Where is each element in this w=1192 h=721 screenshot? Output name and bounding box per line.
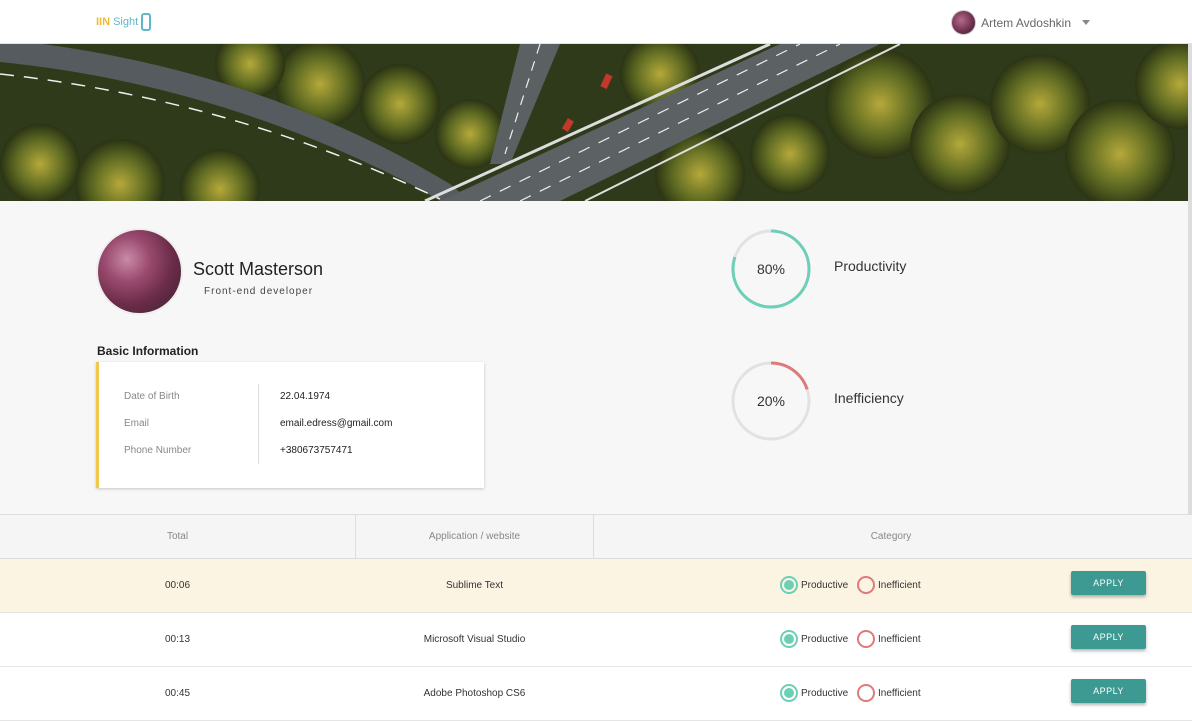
logo-text-a: IIN	[96, 16, 111, 28]
profile-name: Scott Masterson	[193, 259, 324, 279]
inefficient-label: Inefficient	[878, 579, 921, 591]
radio-unchecked-icon	[857, 684, 875, 702]
table-header: Total Application / website Category	[0, 514, 1192, 559]
cover-banner	[0, 44, 1192, 201]
table-row[interactable]: 00:06 Sublime Text Productive Inefficien…	[0, 559, 1192, 613]
inefficiency-label: Inefficiency	[834, 390, 904, 406]
cover-image	[0, 44, 1192, 201]
phone-label: Phone Number	[124, 445, 192, 456]
profile-avatar	[96, 228, 183, 315]
table-row[interactable]: 00:45 Adobe Photoshop CS6 Productive Ine…	[0, 667, 1192, 721]
row-total: 00:45	[164, 688, 191, 699]
inefficient-label: Inefficient	[878, 633, 921, 645]
app-logo[interactable]: IIN Sight	[96, 13, 152, 31]
inefficient-radio[interactable]: Inefficient	[857, 630, 921, 648]
inefficient-label: Inefficient	[878, 687, 921, 699]
user-menu[interactable]: Artem Avdoshkin	[951, 10, 1090, 35]
productivity-ring: 80%	[730, 228, 812, 310]
header-total[interactable]: Total	[0, 515, 355, 558]
phone-value: +380673757471	[280, 445, 353, 456]
row-total: 00:06	[164, 580, 191, 591]
radio-unchecked-icon	[857, 576, 875, 594]
inefficiency-ring: 20%	[730, 360, 812, 442]
productive-radio[interactable]: Productive	[780, 630, 848, 648]
productive-label: Productive	[801, 579, 849, 591]
header-application[interactable]: Application / website	[356, 515, 593, 558]
divider	[258, 384, 259, 464]
productive-label: Productive	[801, 633, 849, 645]
inefficiency-value: 20%	[756, 393, 786, 409]
row-app: Microsoft Visual Studio	[423, 634, 526, 645]
email-value: email.edress@gmail.com	[280, 418, 393, 429]
chevron-down-icon[interactable]	[1082, 20, 1090, 25]
radio-checked-icon	[780, 630, 798, 648]
header-category[interactable]: Category	[594, 515, 1188, 558]
watch-icon	[141, 13, 152, 31]
apply-button[interactable]: APPLY	[1071, 571, 1146, 595]
radio-unchecked-icon	[857, 630, 875, 648]
inefficient-radio[interactable]: Inefficient	[857, 576, 921, 594]
productivity-label: Productivity	[834, 258, 907, 274]
productive-radio[interactable]: Productive	[780, 684, 848, 702]
user-avatar	[951, 10, 977, 35]
inefficient-radio[interactable]: Inefficient	[857, 684, 921, 702]
radio-checked-icon	[780, 576, 798, 594]
table-row[interactable]: 00:13 Microsoft Visual Studio Productive…	[0, 613, 1192, 667]
profile-role: Front-end developer	[204, 286, 314, 297]
productivity-value: 80%	[756, 261, 786, 277]
basic-info-card: Date of Birth 22.04.1974 Email email.edr…	[96, 362, 484, 488]
email-label: Email	[124, 418, 150, 429]
apply-button[interactable]: APPLY	[1071, 679, 1146, 703]
basic-info-heading: Basic Information	[97, 344, 199, 358]
dob-label: Date of Birth	[124, 391, 180, 402]
row-app: Adobe Photoshop CS6	[423, 688, 526, 699]
apply-button[interactable]: APPLY	[1071, 625, 1146, 649]
user-name: Artem Avdoshkin	[981, 15, 1071, 30]
row-app: Sublime Text	[445, 580, 504, 591]
productive-radio[interactable]: Productive	[780, 576, 848, 594]
dob-value: 22.04.1974	[280, 391, 331, 402]
top-bar: IIN Sight Artem Avdoshkin	[0, 0, 1192, 44]
radio-checked-icon	[780, 684, 798, 702]
logo-text-b: Sight	[113, 16, 139, 28]
productive-label: Productive	[801, 687, 849, 699]
row-total: 00:13	[164, 634, 191, 645]
